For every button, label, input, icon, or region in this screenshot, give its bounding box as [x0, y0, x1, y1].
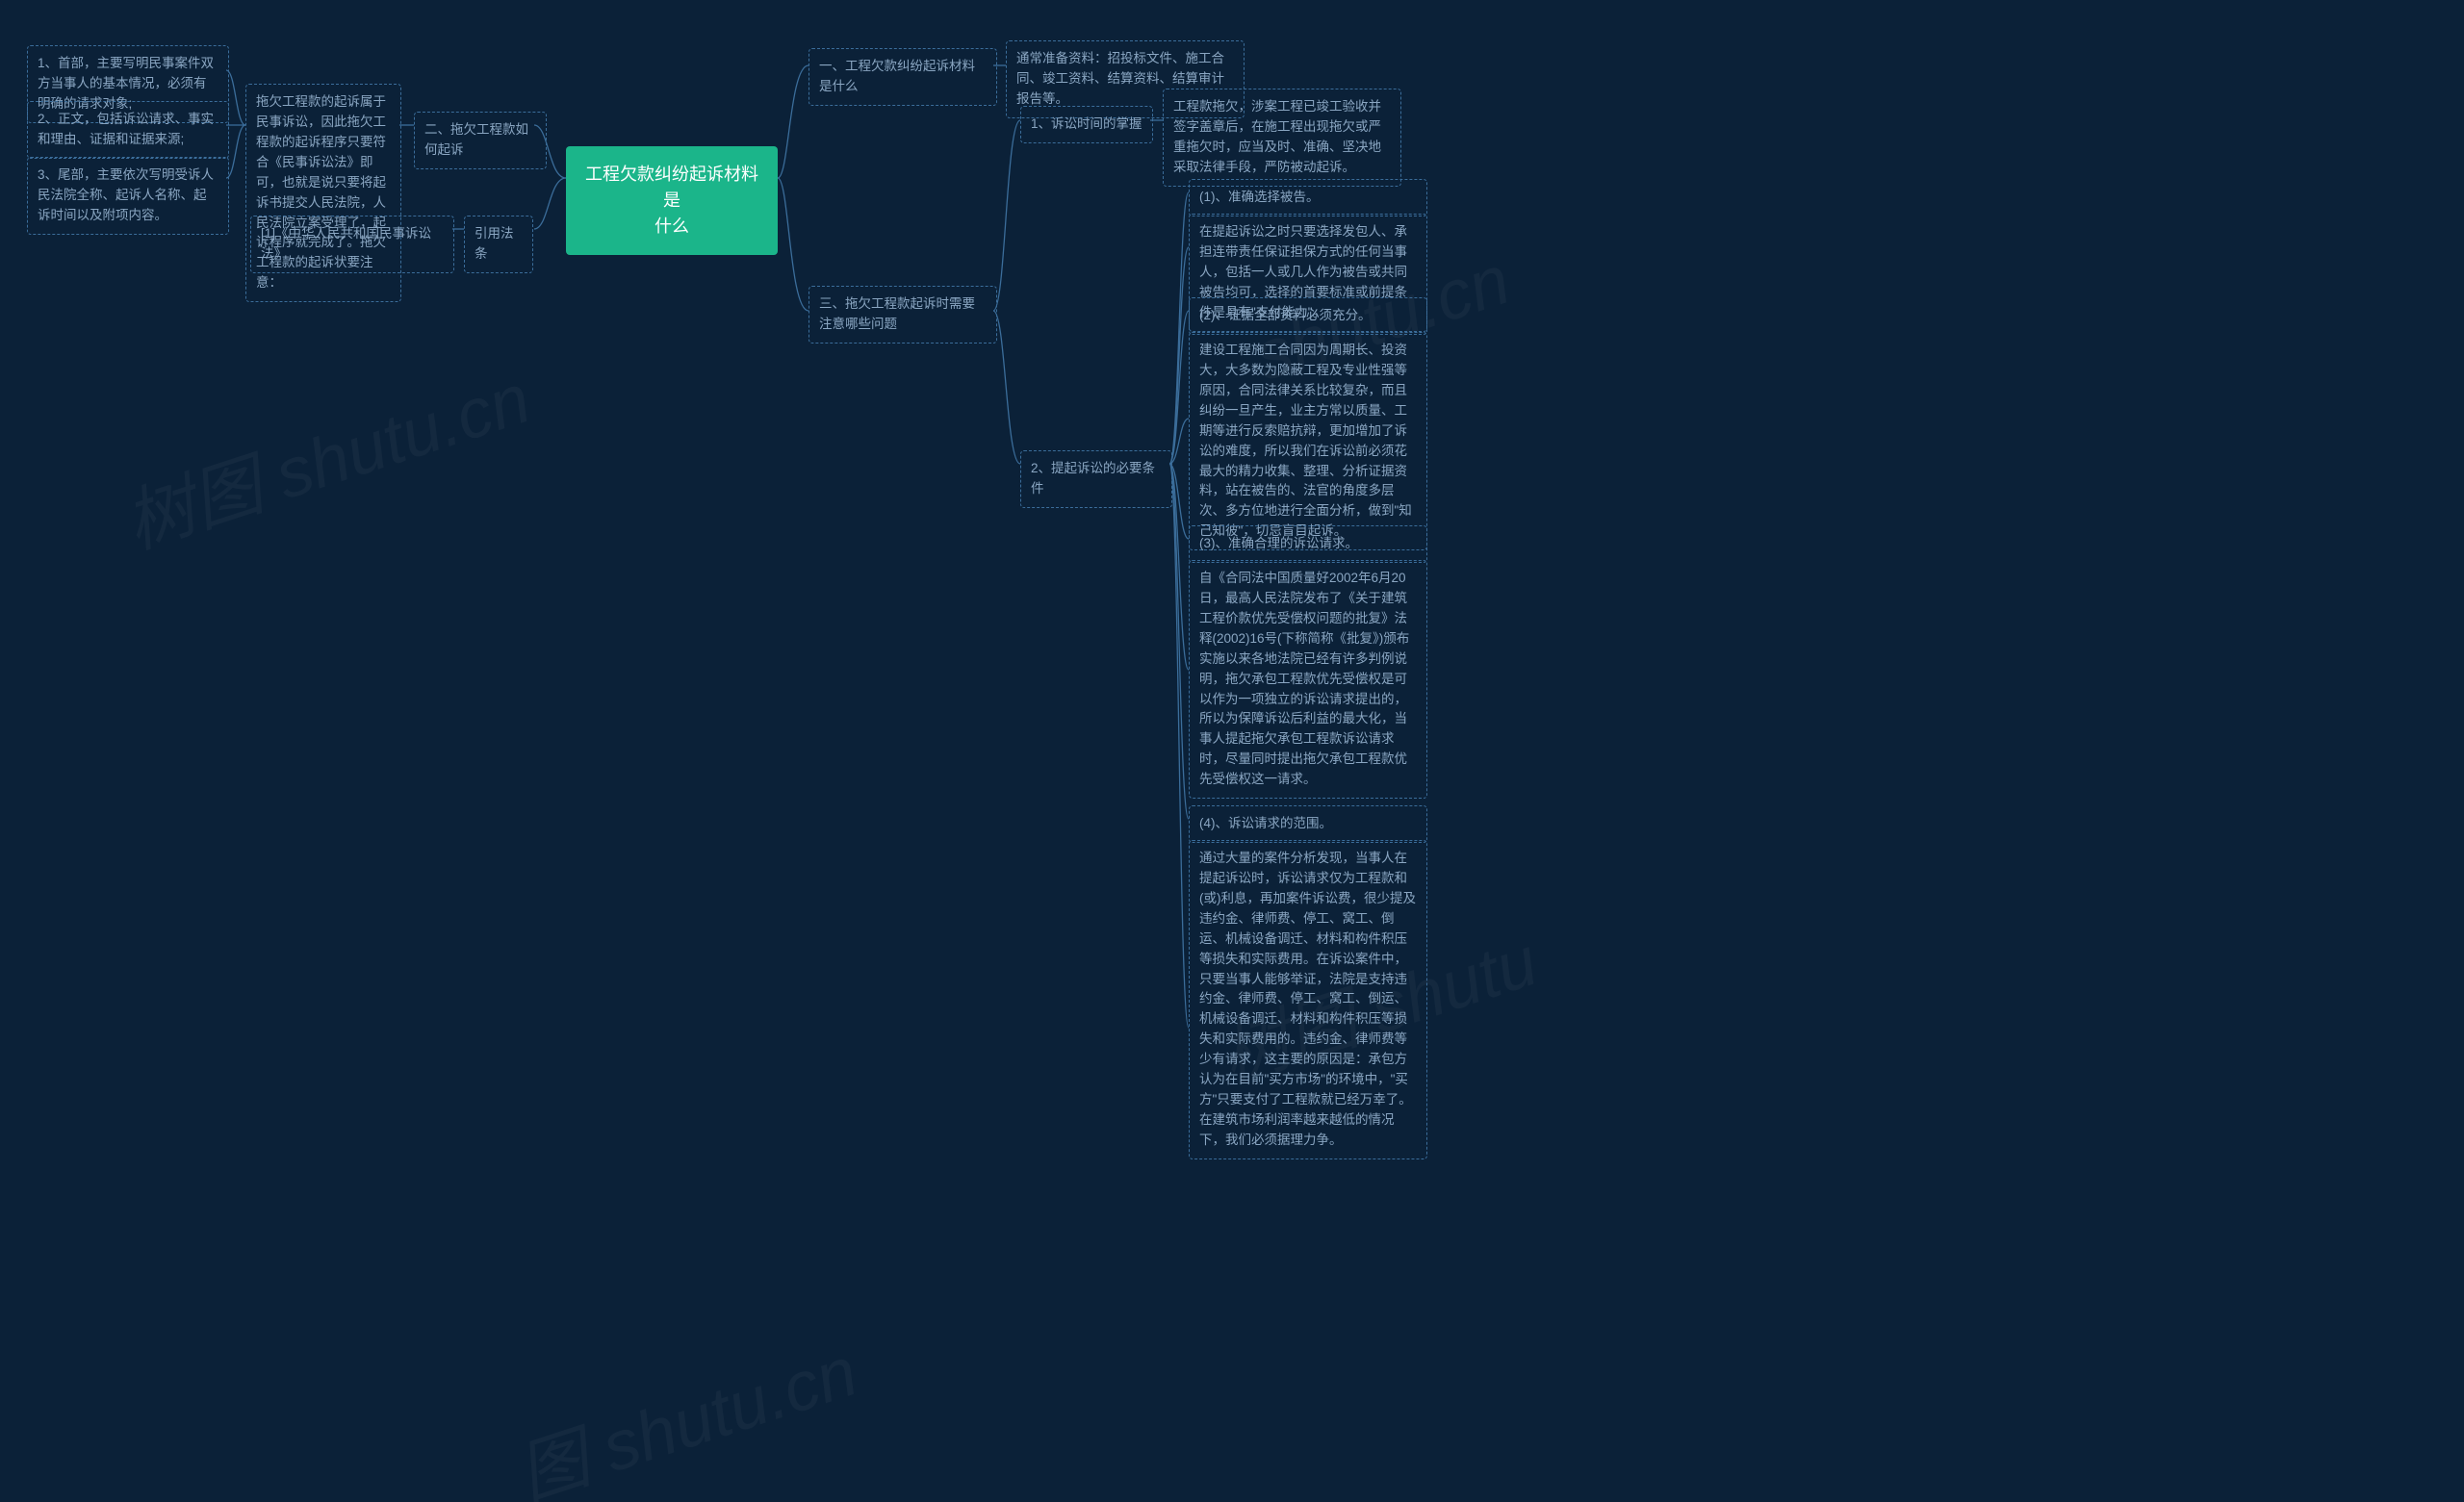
- section-3-sub1-label: 1、诉讼时间的掌握: [1020, 106, 1153, 143]
- root-node: 工程欠款纠纷起诉材料是 什么: [566, 146, 778, 255]
- section-3-title: 三、拖欠工程款起诉时需要注意哪些问题: [808, 286, 997, 344]
- section-2-title: 二、拖欠工程款如何起诉: [414, 112, 547, 169]
- sub2-p1: (1)、准确选择被告。: [1189, 179, 1427, 216]
- watermark: 树图 shutu.cn: [110, 342, 540, 568]
- watermark: 图 shutu.cn: [503, 1314, 868, 1502]
- section-1-title: 一、工程欠款纠纷起诉材料是什么: [808, 48, 997, 106]
- sub2-p3-text: 自《合同法中国质量好2002年6月20日，最高人民法院发布了《关于建筑工程价款优…: [1189, 560, 1427, 799]
- sub2-p4-text: 通过大量的案件分析发现，当事人在提起诉讼时，诉讼请求仅为工程款和(或)利息，再加…: [1189, 840, 1427, 1159]
- sub2-p3: (3)、准确合理的诉讼请求。: [1189, 525, 1427, 563]
- sub2-p4: (4)、诉讼请求的范围。: [1189, 805, 1427, 843]
- reference-title: 引用法条: [464, 216, 533, 273]
- sub2-p2: (2)、证据全部资料必须充分。: [1189, 297, 1427, 335]
- section-2-p3: 3、尾部，主要依次写明受诉人民法院全称、起诉人名称、起诉时间以及附项内容。: [27, 157, 229, 235]
- sub2-p2-text: 建设工程施工合同因为周期长、投资大，大多数为隐蔽工程及专业性强等原因，合同法律关…: [1189, 332, 1427, 550]
- section-2-p2: 2、正文，包括诉讼请求、事实和理由、证据和证据来源;: [27, 101, 229, 159]
- reference-item: [1]《中华人民共和国民事诉讼法》: [250, 216, 454, 273]
- section-3-sub2-label: 2、提起诉讼的必要条件: [1020, 450, 1172, 508]
- section-3-sub1-text: 工程款拖欠，涉案工程已竣工验收并签字盖章后，在施工程出现拖欠或严重拖欠时，应当及…: [1163, 89, 1401, 187]
